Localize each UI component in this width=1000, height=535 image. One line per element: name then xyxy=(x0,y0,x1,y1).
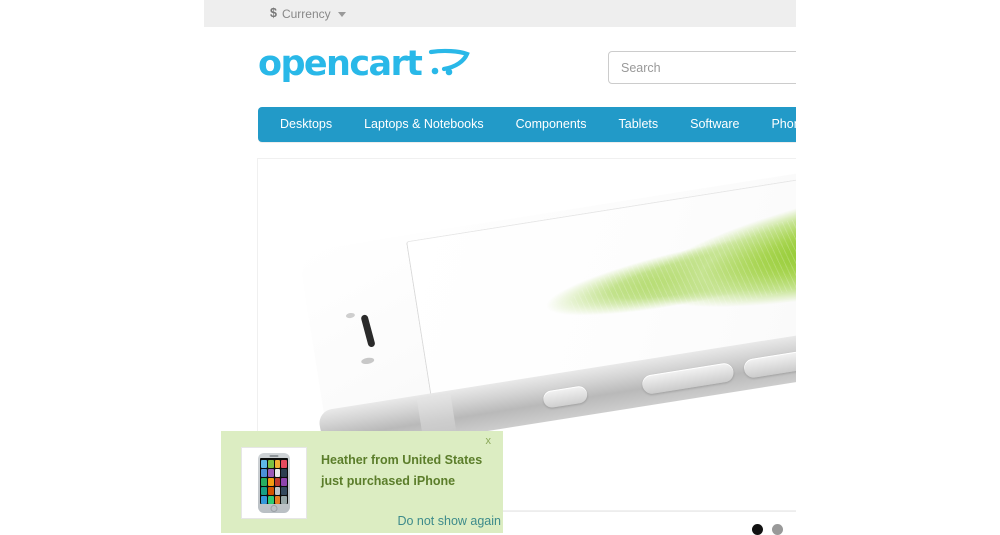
top-utility-bar-inner: $ Currency xyxy=(270,0,346,27)
currency-symbol: $ xyxy=(270,6,277,21)
shopping-cart-icon xyxy=(428,47,471,82)
nav-item-phones-pdas[interactable]: Phones & PDAs xyxy=(755,107,796,142)
notification-line-1: Heather from United States xyxy=(321,453,483,467)
volume-down-button xyxy=(742,345,796,379)
browser-page: $ Currency opencart Search Desktops Lapt… xyxy=(0,0,796,535)
thumbnail-speaker xyxy=(269,455,279,457)
notification-line-2: just purchased iPhone xyxy=(321,474,456,488)
earpiece-speaker-icon xyxy=(360,314,376,348)
purchase-notification-popup: x Heather from United States just purcha… xyxy=(221,431,503,533)
front-camera-icon xyxy=(345,312,356,319)
proximity-sensor-icon xyxy=(360,356,375,365)
main-navigation: Desktops Laptops & Notebooks Components … xyxy=(258,107,796,142)
carousel-indicators xyxy=(752,524,783,535)
thumbnail-screen xyxy=(260,458,288,504)
top-utility-bar: $ Currency xyxy=(204,0,796,28)
nav-item-software[interactable]: Software xyxy=(674,107,755,142)
do-not-show-again-link[interactable]: Do not show again xyxy=(397,514,501,528)
volume-up-button xyxy=(641,361,735,396)
chevron-down-icon xyxy=(337,11,346,17)
currency-dropdown[interactable]: $ Currency xyxy=(270,7,346,20)
carousel-dot-1[interactable] xyxy=(752,524,763,535)
site-logo[interactable]: opencart xyxy=(258,44,471,84)
carousel-dot-2[interactable] xyxy=(772,524,783,535)
iphone-thumbnail-icon xyxy=(258,453,290,513)
nav-item-laptops-notebooks[interactable]: Laptops & Notebooks xyxy=(348,107,500,142)
search-input[interactable] xyxy=(608,51,796,84)
thumbnail-home-button xyxy=(270,505,278,512)
iphone-hero-image xyxy=(298,159,796,475)
site-header: opencart xyxy=(204,27,796,105)
currency-label: Currency xyxy=(281,6,331,21)
mute-switch-button xyxy=(542,385,589,409)
notification-product-thumbnail[interactable] xyxy=(241,447,307,519)
logo-wordmark: opencart xyxy=(258,44,423,84)
screenshot-viewport: $ Currency opencart Search Desktops Lapt… xyxy=(0,0,1000,535)
nav-item-tablets[interactable]: Tablets xyxy=(603,107,675,142)
nav-item-desktops[interactable]: Desktops xyxy=(264,107,348,142)
close-icon[interactable]: x xyxy=(480,433,498,450)
nav-item-components[interactable]: Components xyxy=(500,107,603,142)
search-box xyxy=(608,51,796,84)
notification-message: Heather from United States just purchase… xyxy=(321,450,491,492)
